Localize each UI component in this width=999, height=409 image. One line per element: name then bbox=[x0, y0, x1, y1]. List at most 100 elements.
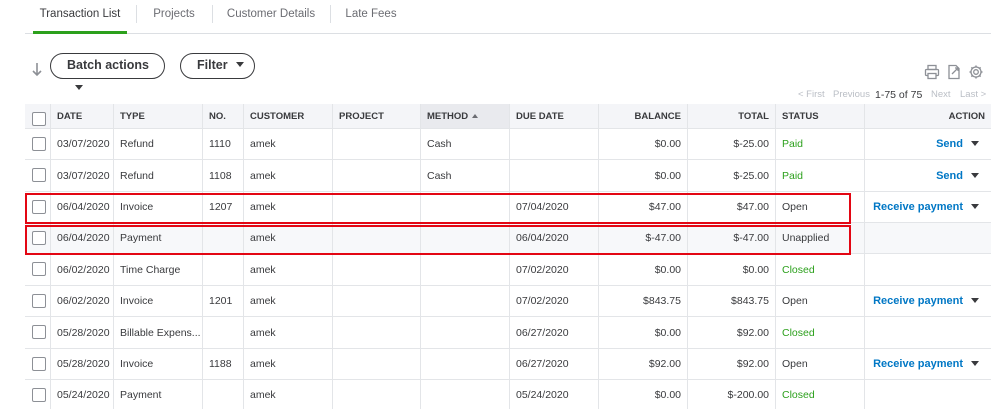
tab-projects[interactable]: Projects bbox=[143, 0, 205, 30]
cell-total: $92.00 bbox=[688, 349, 776, 379]
cell-project bbox=[333, 380, 421, 409]
cell-no: 1108 bbox=[203, 160, 244, 191]
cell-total: $843.75 bbox=[688, 286, 776, 316]
row-checkbox[interactable] bbox=[32, 262, 46, 276]
cell-total: $47.00 bbox=[688, 192, 776, 222]
export-icon[interactable] bbox=[946, 64, 962, 80]
column-header-project[interactable]: PROJECT bbox=[333, 104, 421, 128]
chevron-down-icon[interactable] bbox=[971, 173, 979, 178]
table-row[interactable]: 05/28/2020 Invoice 1188 amek 06/27/2020 $92.0… bbox=[25, 349, 991, 380]
send-link[interactable]: Send bbox=[936, 170, 963, 182]
column-header-total[interactable]: TOTAL bbox=[688, 104, 776, 128]
row-select-cell bbox=[25, 349, 51, 379]
gear-icon[interactable] bbox=[968, 64, 984, 80]
cell-due-date: 06/04/2020 bbox=[510, 223, 599, 253]
cell-due-date: 07/02/2020 bbox=[510, 286, 599, 316]
pager-range: 1-75 of 75 bbox=[875, 89, 923, 101]
row-checkbox[interactable] bbox=[32, 168, 46, 182]
filter-button[interactable]: Filter bbox=[180, 53, 255, 79]
cell-no: 1201 bbox=[203, 286, 244, 316]
cell-balance: $0.00 bbox=[599, 317, 688, 348]
cell-no bbox=[203, 317, 244, 348]
table-row[interactable]: 03/07/2020 Refund 1110 amek Cash $0.00 $-25.00… bbox=[25, 129, 991, 160]
cell-date: 06/04/2020 bbox=[51, 223, 114, 253]
cell-status: Paid bbox=[776, 129, 865, 159]
table-row[interactable]: 03/07/2020 Refund 1108 amek Cash $0.00 $-25.00… bbox=[25, 160, 991, 192]
table-row[interactable]: 05/28/2020 Billable Expens... amek 06/27/20… bbox=[25, 317, 991, 349]
column-header-no[interactable]: NO. bbox=[203, 104, 244, 128]
cell-due-date: 06/27/2020 bbox=[510, 349, 599, 379]
cell-date: 03/07/2020 bbox=[51, 129, 114, 159]
pager-last[interactable]: Last > bbox=[960, 89, 986, 101]
row-checkbox[interactable] bbox=[32, 231, 46, 245]
pager-previous[interactable]: Previous bbox=[833, 89, 870, 101]
cell-due-date bbox=[510, 160, 599, 191]
column-header-balance[interactable]: BALANCE bbox=[599, 104, 688, 128]
cell-no: 1110 bbox=[203, 129, 244, 159]
tab-transaction-list[interactable]: Transaction List bbox=[33, 0, 127, 34]
cell-total: $-25.00 bbox=[688, 129, 776, 159]
pager-first[interactable]: < First bbox=[798, 89, 825, 101]
column-header-date[interactable]: DATE bbox=[51, 104, 114, 128]
cell-project bbox=[333, 160, 421, 191]
row-select-cell bbox=[25, 286, 51, 316]
cell-total: $-47.00 bbox=[688, 223, 776, 253]
chevron-down-icon[interactable] bbox=[971, 141, 979, 146]
row-checkbox[interactable] bbox=[32, 325, 46, 339]
column-header-customer[interactable]: CUSTOMER bbox=[244, 104, 333, 128]
sort-arrow-icon[interactable] bbox=[30, 60, 44, 80]
cell-project bbox=[333, 349, 421, 379]
cell-method bbox=[421, 223, 510, 253]
cell-total: $-200.00 bbox=[688, 380, 776, 409]
send-link[interactable]: Send bbox=[936, 138, 963, 150]
tab-customer-details[interactable]: Customer Details bbox=[219, 0, 323, 30]
table-row[interactable]: 05/24/2020 Payment amek 05/24/2020 $0.00 $-20… bbox=[25, 380, 991, 409]
receive-payment-link[interactable]: Receive payment bbox=[873, 295, 963, 307]
table-row[interactable]: 06/04/2020 Payment amek 06/04/2020 $-47.00 $-… bbox=[25, 223, 991, 254]
cell-method bbox=[421, 380, 510, 409]
cell-method bbox=[421, 192, 510, 222]
row-checkbox[interactable] bbox=[32, 357, 46, 371]
cell-method bbox=[421, 317, 510, 348]
cell-date: 06/04/2020 bbox=[51, 192, 114, 222]
cell-due-date: 07/04/2020 bbox=[510, 192, 599, 222]
cell-method: Cash bbox=[421, 160, 510, 191]
chevron-down-icon bbox=[235, 62, 244, 67]
chevron-down-icon[interactable] bbox=[971, 361, 979, 366]
table-row[interactable]: 06/02/2020 Invoice 1201 amek 07/02/2020 $843.… bbox=[25, 286, 991, 317]
cell-total: $-25.00 bbox=[688, 160, 776, 191]
cell-date: 05/28/2020 bbox=[51, 349, 114, 379]
cell-method bbox=[421, 254, 510, 285]
cell-status: Closed bbox=[776, 254, 865, 285]
receive-payment-link[interactable]: Receive payment bbox=[873, 201, 963, 213]
print-icon[interactable] bbox=[924, 64, 940, 80]
cell-action: Send bbox=[865, 129, 991, 159]
table-row[interactable]: 06/04/2020 Invoice 1207 amek 07/04/2020 $47.0… bbox=[25, 192, 991, 223]
cell-balance: $92.00 bbox=[599, 349, 688, 379]
chevron-down-icon[interactable] bbox=[971, 204, 979, 209]
cell-due-date: 07/02/2020 bbox=[510, 254, 599, 285]
cell-type: Billable Expens... bbox=[114, 317, 203, 348]
column-header-type[interactable]: TYPE bbox=[114, 104, 203, 128]
chevron-down-icon[interactable] bbox=[971, 298, 979, 303]
column-header-due-date[interactable]: DUE DATE bbox=[510, 104, 599, 128]
cell-project bbox=[333, 317, 421, 348]
row-select-cell bbox=[25, 129, 51, 159]
row-checkbox[interactable] bbox=[32, 200, 46, 214]
cell-status: Closed bbox=[776, 380, 865, 409]
cell-customer: amek bbox=[244, 129, 333, 159]
row-checkbox[interactable] bbox=[32, 388, 46, 402]
tab-late-fees[interactable]: Late Fees bbox=[337, 0, 405, 30]
row-checkbox[interactable] bbox=[32, 137, 46, 151]
receive-payment-link[interactable]: Receive payment bbox=[873, 358, 963, 370]
pager-next[interactable]: Next bbox=[931, 89, 951, 101]
batch-actions-button[interactable]: Batch actions bbox=[50, 53, 165, 90]
column-header-status[interactable]: STATUS bbox=[776, 104, 865, 128]
cell-action: Receive payment bbox=[865, 349, 991, 379]
row-checkbox[interactable] bbox=[32, 294, 46, 308]
select-all-checkbox[interactable] bbox=[32, 112, 46, 126]
table-row[interactable]: 06/02/2020 Time Charge amek 07/02/2020 $0.00… bbox=[25, 254, 991, 286]
sort-ascending-icon bbox=[472, 114, 479, 118]
column-header-method[interactable]: METHOD bbox=[421, 104, 510, 128]
cell-balance: $0.00 bbox=[599, 254, 688, 285]
